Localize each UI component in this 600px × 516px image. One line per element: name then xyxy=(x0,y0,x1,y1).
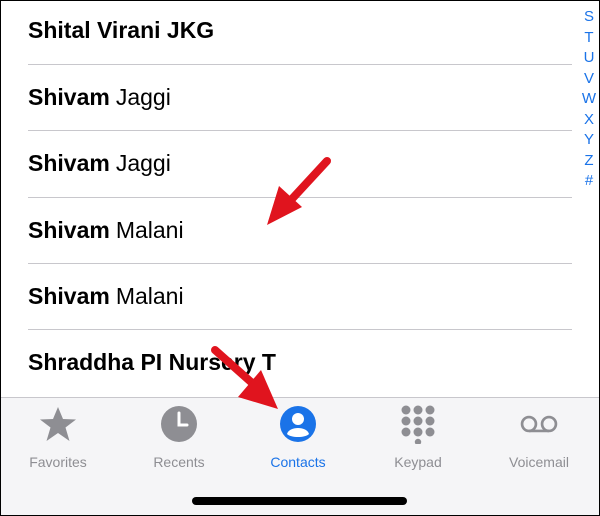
phone-screen: Shital Virani JKG Shivam Jaggi Shivam Jagg… xyxy=(0,0,600,516)
annotation-arrow xyxy=(211,346,278,409)
annotation-arrow xyxy=(267,157,331,225)
annotation-arrows xyxy=(211,157,331,409)
